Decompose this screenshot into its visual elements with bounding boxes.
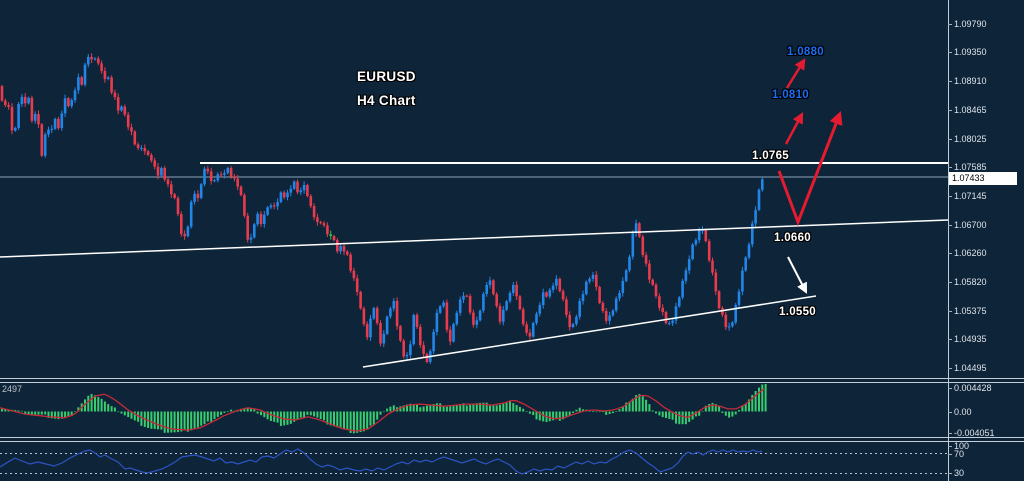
price-axis-label: 1.06260: [954, 248, 987, 258]
resistance-level-label: 1.0765: [752, 150, 789, 162]
macd-value-clipped: 2497: [2, 384, 22, 394]
lower-trendline: [363, 296, 816, 367]
retest-level-label: 1.0660: [774, 232, 811, 244]
price-axis-label: 1.07145: [954, 191, 987, 201]
price-axis-label-tick: [948, 368, 952, 369]
projection-path-arrow: [779, 116, 839, 222]
price-axis-label: 1.05820: [954, 277, 987, 287]
price-axis-label: 1.04935: [954, 334, 987, 344]
price-axis-label-tick: [948, 196, 952, 197]
price-axis-label-tick: [948, 225, 952, 226]
target-high-label: 1.0880: [787, 46, 824, 58]
price-axis-label-tick: [948, 52, 952, 53]
price-axis-label: 1.09350: [954, 47, 987, 57]
price-axis-label-tick: [948, 167, 952, 168]
price-axis-label: 1.09790: [954, 19, 987, 29]
mt4-chart-window: 1.09790 1.09350 1.08910 1.08465 1.08025 1.075…: [0, 0, 1024, 481]
macd-axis-label: 0.00: [954, 407, 972, 417]
price-axis-label-tick: [948, 282, 952, 283]
macd-axis-label-tick: [948, 433, 952, 434]
price-axis-label: 1.05375: [954, 306, 987, 316]
target-mid-arrow: [786, 116, 801, 144]
current-price-tag: 1.07433: [949, 172, 1017, 185]
price-axis-label: 1.08910: [954, 76, 987, 86]
price-axis-label: 1.07585: [954, 162, 987, 172]
price-axis-label-tick: [948, 139, 952, 140]
oscillator-axis-label-tick: [948, 446, 952, 447]
price-axis-line: [948, 0, 949, 481]
oscillator-axis-label-tick: [948, 454, 952, 455]
macd-axis-label: -0.004051: [954, 428, 995, 438]
oscillator-indicator-panel[interactable]: [0, 442, 948, 481]
macd-axis-label-tick: [948, 412, 952, 413]
price-axis-label-tick: [948, 24, 952, 25]
price-axis-label-tick: [948, 110, 952, 111]
price-axis-label: 1.06700: [954, 220, 987, 230]
timeframe-label: H4 Chart: [357, 93, 416, 108]
macd-indicator-panel[interactable]: [0, 383, 948, 437]
target-high-arrow: [787, 62, 803, 88]
price-axis-label: 1.08025: [954, 134, 987, 144]
price-axis-label: 1.08465: [954, 105, 987, 115]
price-axis-label-tick: [948, 81, 952, 82]
support-level-label: 1.0550: [779, 306, 816, 318]
support-retest-arrow: [788, 257, 805, 290]
target-mid-label: 1.0810: [772, 89, 809, 101]
oscillator-axis-label: 30: [954, 468, 964, 478]
macd-axis-label: 0.004428: [954, 383, 992, 393]
macd-histogram: [0, 384, 767, 433]
price-axis-label: 1.04495: [954, 363, 987, 373]
oscillator-axis-label-tick: [948, 473, 952, 474]
price-axis-label-tick: [948, 253, 952, 254]
macd-axis-label-tick: [948, 388, 952, 389]
price-axis-label-tick: [948, 311, 952, 312]
symbol-label: EURUSD: [357, 69, 416, 84]
price-axis-label-tick: [948, 339, 952, 340]
oscillator-line: [0, 449, 762, 474]
oscillator-axis-label: 70: [954, 449, 964, 459]
